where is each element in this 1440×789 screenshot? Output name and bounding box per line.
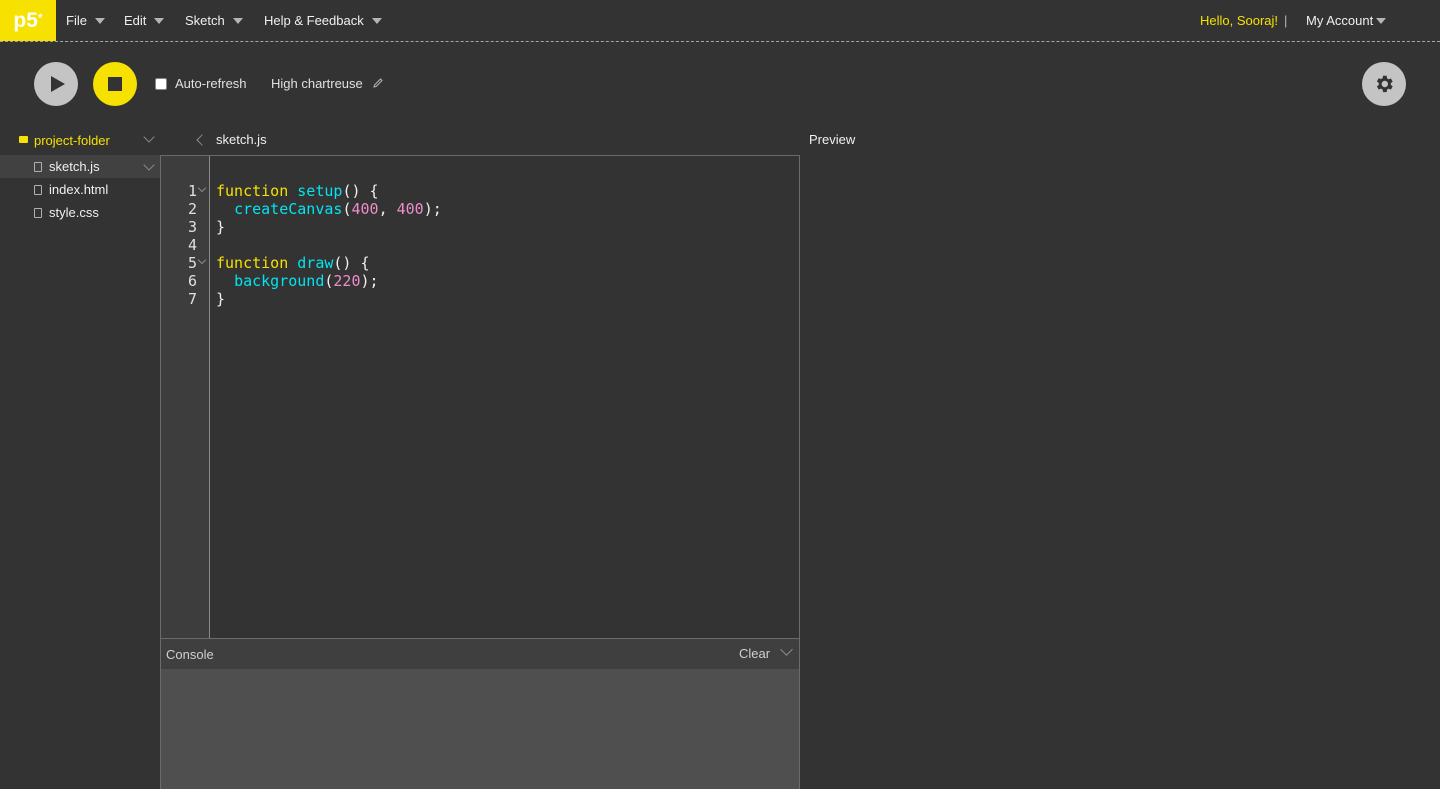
stop-icon	[108, 77, 122, 91]
text-token: );	[423, 200, 442, 218]
stop-button[interactable]	[93, 62, 137, 106]
fold-chevron-icon[interactable]	[197, 183, 207, 193]
text-token: () {	[333, 254, 370, 272]
gear-icon	[1376, 75, 1393, 93]
nav-separator: |	[1284, 13, 1288, 28]
play-button[interactable]	[34, 62, 78, 106]
code-line[interactable]: 4	[161, 236, 801, 254]
keyword-token: function	[216, 254, 289, 272]
file-label: style.css	[49, 205, 99, 220]
chevron-down-icon[interactable]	[143, 131, 155, 143]
text-token: );	[360, 272, 379, 290]
fold-chevron-icon[interactable]	[197, 255, 207, 265]
file-label: index.html	[49, 182, 109, 197]
code-text: createCanvas(400, 400);	[216, 200, 442, 218]
console-header	[160, 639, 800, 669]
logo-text: p5	[13, 8, 38, 32]
file-icon	[34, 207, 42, 218]
line-number: 4	[187, 236, 197, 254]
function-token: draw	[297, 254, 334, 272]
auto-refresh-label: Auto-refresh	[175, 76, 247, 91]
caret-down-icon	[154, 17, 165, 24]
code-text: }	[216, 218, 225, 236]
project-name[interactable]: High chartreuse	[271, 76, 363, 91]
file-sketch-js[interactable]: sketch.js	[0, 155, 160, 178]
function-token: background	[234, 272, 325, 290]
file-index-html[interactable]: index.html	[0, 178, 160, 201]
file-icon	[34, 184, 42, 195]
code-line[interactable]: 6 background(220);	[161, 272, 801, 290]
menu-sketch-label: Sketch	[185, 13, 225, 28]
number-token: 400	[396, 200, 424, 218]
menu-edit-label: Edit	[124, 13, 147, 28]
text-token: ,	[378, 200, 397, 218]
clear-console-button[interactable]: Clear	[739, 646, 770, 661]
collapse-sidebar-icon[interactable]	[196, 134, 208, 146]
folder-label: project-folder	[34, 132, 110, 148]
function-token: createCanvas	[234, 200, 343, 218]
code-line[interactable]: 1 function setup() {	[161, 182, 801, 200]
file-icon	[34, 161, 42, 172]
menu-edit[interactable]: Edit	[124, 0, 165, 41]
text-token: }	[216, 290, 226, 308]
code-line[interactable]: 5 function draw() {	[161, 254, 801, 272]
menu-file[interactable]: File	[66, 0, 105, 41]
line-number: 5	[187, 254, 197, 272]
caret-down-icon	[371, 17, 382, 24]
file-label: sketch.js	[49, 159, 100, 174]
code-line[interactable]: 2 createCanvas(400, 400);	[161, 200, 801, 218]
settings-button[interactable]	[1362, 62, 1406, 106]
chevron-down-icon[interactable]	[143, 159, 155, 171]
my-account-label: My Account	[1306, 13, 1374, 28]
menu-help-label: Help & Feedback	[264, 13, 364, 28]
p5-logo[interactable]: p5 *	[0, 0, 56, 41]
menu-help[interactable]: Help & Feedback	[264, 0, 382, 41]
line-number: 3	[187, 218, 197, 236]
function-token: setup	[297, 182, 343, 200]
user-greeting: Hello, Sooraj!	[1200, 13, 1279, 28]
folder-icon	[19, 136, 28, 143]
code-line[interactable]: 7}	[161, 290, 801, 308]
line-number: 1	[187, 182, 197, 200]
menu-file-label: File	[66, 13, 87, 28]
caret-down-icon	[1376, 17, 1387, 24]
line-number: 6	[187, 272, 197, 290]
code-text: }	[216, 290, 225, 308]
top-nav: p5 * File Edit Sketch Help & Feedback Hel…	[0, 0, 1440, 42]
console-output	[160, 669, 800, 789]
pencil-icon[interactable]	[372, 77, 384, 89]
code-text: background(220);	[216, 272, 379, 290]
editor-tab: sketch.js	[216, 132, 267, 147]
text-token: () {	[342, 182, 379, 200]
code-text: function setup() {	[216, 182, 379, 200]
project-folder[interactable]: project-folder	[0, 130, 160, 150]
text-token: }	[216, 218, 226, 236]
auto-refresh-checkbox[interactable]	[155, 78, 167, 90]
code-line[interactable]: 3}	[161, 218, 801, 236]
caret-down-icon	[94, 17, 105, 24]
console-label: Console	[166, 647, 214, 662]
menu-sketch[interactable]: Sketch	[185, 0, 243, 41]
code-text: function draw() {	[216, 254, 370, 272]
keyword-token: function	[216, 182, 289, 200]
logo-asterisk: *	[37, 10, 43, 25]
my-account-menu[interactable]: My Account	[1306, 0, 1387, 41]
number-token: 220	[333, 272, 361, 290]
line-number: 2	[187, 200, 197, 218]
code-editor[interactable]: 1 function setup() {2 createCanvas(400, 4…	[160, 155, 800, 639]
caret-down-icon	[232, 17, 243, 24]
line-number: 7	[187, 290, 197, 308]
play-icon	[51, 76, 65, 92]
file-style-css[interactable]: style.css	[0, 201, 160, 224]
preview-label: Preview	[809, 132, 856, 147]
number-token: 400	[351, 200, 379, 218]
